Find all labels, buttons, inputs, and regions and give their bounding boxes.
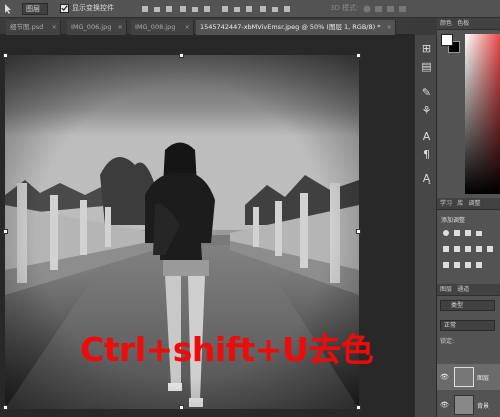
adjustment-icons[interactable] <box>441 228 499 278</box>
eye-icon[interactable]: 👁 <box>440 373 449 381</box>
layer-name: 图层 <box>477 375 490 382</box>
tab-label: IMG_008.jpg <box>135 23 176 31</box>
character-icon[interactable]: A <box>419 129 434 144</box>
layer-kind-filter[interactable]: 类型 <box>440 300 495 311</box>
layer-row-1[interactable]: 👁 图层 <box>437 364 500 390</box>
tab-layers[interactable]: 图层 <box>437 286 452 293</box>
close-icon[interactable]: × <box>118 20 123 35</box>
tab-learn[interactable]: 学习 <box>437 200 452 207</box>
glyphs-icon[interactable]: Ą <box>419 171 434 186</box>
3d-mode-icons[interactable] <box>362 4 412 14</box>
tab-label: 细节图.psd <box>10 23 44 31</box>
auto-select-dropdown[interactable]: 图层 <box>22 3 48 15</box>
tab-img-008[interactable]: IMG_008.jpg × <box>131 20 194 35</box>
learn-panel-tabs: 学习 库 调整 <box>437 198 500 210</box>
tab-label: 1545742447-xbMVivEmsr.jpeg @ 50% (图层 1, … <box>200 23 381 31</box>
document-tabs: 细节图.psd × IMG_006.jpg × IMG_008.jpg × 15457… <box>0 18 414 35</box>
foreground-color-swatch[interactable] <box>441 34 453 46</box>
tab-swatches[interactable]: 色板 <box>454 20 469 27</box>
close-icon[interactable]: × <box>185 20 190 35</box>
close-icon[interactable]: × <box>387 20 392 35</box>
properties-icon[interactable]: ▤ <box>419 59 434 74</box>
move-tool-icon[interactable] <box>2 3 16 15</box>
layers-panel-tabs: 图层 通道 <box>437 284 500 296</box>
transform-handle-bl[interactable] <box>3 405 8 410</box>
3d-mode-label: 3D 模式: <box>330 4 359 12</box>
align-icons[interactable] <box>140 4 320 14</box>
auto-select-value: 图层 <box>26 5 40 13</box>
transform-handle-tc[interactable] <box>179 53 184 58</box>
transform-handle-tl[interactable] <box>3 53 8 58</box>
layer-name: 背景 <box>477 403 490 410</box>
clone-source-icon[interactable]: ⚘ <box>419 103 434 118</box>
options-bar: 图层 显示变换控件 3D 模式: <box>0 0 500 18</box>
fg-bg-swatch[interactable] <box>441 34 463 54</box>
layer-row-background[interactable]: 👁 背景 <box>437 392 500 417</box>
tab-img-006[interactable]: IMG_006.jpg × <box>67 20 127 35</box>
blend-mode-dropdown[interactable]: 正常 <box>440 320 495 331</box>
transform-handle-tr[interactable] <box>356 53 361 58</box>
brush-icon[interactable]: ✎ <box>419 85 434 100</box>
transform-handle-bc[interactable] <box>179 405 184 410</box>
lock-label: 锁定: <box>440 338 455 345</box>
align-icons-group <box>140 4 320 14</box>
color-panel-tabs: 颜色 色板 <box>437 18 500 30</box>
transform-handle-br[interactable] <box>356 405 361 410</box>
transform-handle-ml[interactable] <box>3 229 8 234</box>
close-icon[interactable]: × <box>52 20 57 35</box>
transform-handle-mr[interactable] <box>356 229 361 234</box>
layer-thumbnail <box>454 395 474 415</box>
eye-icon[interactable]: 👁 <box>440 401 449 409</box>
blend-mode-value: 正常 <box>444 322 457 329</box>
tab-libraries[interactable]: 库 <box>454 200 463 207</box>
tab-adjustments[interactable]: 调整 <box>466 200 481 207</box>
side-tool-column: ⊞ ▤ ✎ ⚘ A ¶ Ą <box>414 35 437 417</box>
history-icon[interactable]: ⊞ <box>419 41 434 56</box>
kind-filter-value: 类型 <box>451 302 464 309</box>
add-adjustment-label: 添加调整 <box>441 217 466 224</box>
shortcut-caption: Ctrl+shift+U去色 <box>80 330 374 369</box>
tab-active-jpeg[interactable]: 1545742447-xbMVivEmsr.jpeg @ 50% (图层 1, … <box>196 20 396 35</box>
show-transform-label: 显示变换控件 <box>72 4 114 12</box>
layer-thumbnail <box>454 367 474 387</box>
tab-color[interactable]: 颜色 <box>437 20 452 27</box>
paragraph-icon[interactable]: ¶ <box>419 147 434 162</box>
tab-label: IMG_006.jpg <box>71 23 112 31</box>
tab-detail-psd[interactable]: 细节图.psd × <box>6 20 61 35</box>
color-picker-field[interactable] <box>465 34 500 194</box>
right-panels: 颜色 色板 学习 库 调整 添加调整 图层 通道 类型 正常 锁定: 👁 图层 <box>437 18 500 417</box>
tab-channels[interactable]: 通道 <box>454 286 469 293</box>
check-icon <box>61 5 68 11</box>
show-transform-checkbox[interactable] <box>60 4 69 13</box>
